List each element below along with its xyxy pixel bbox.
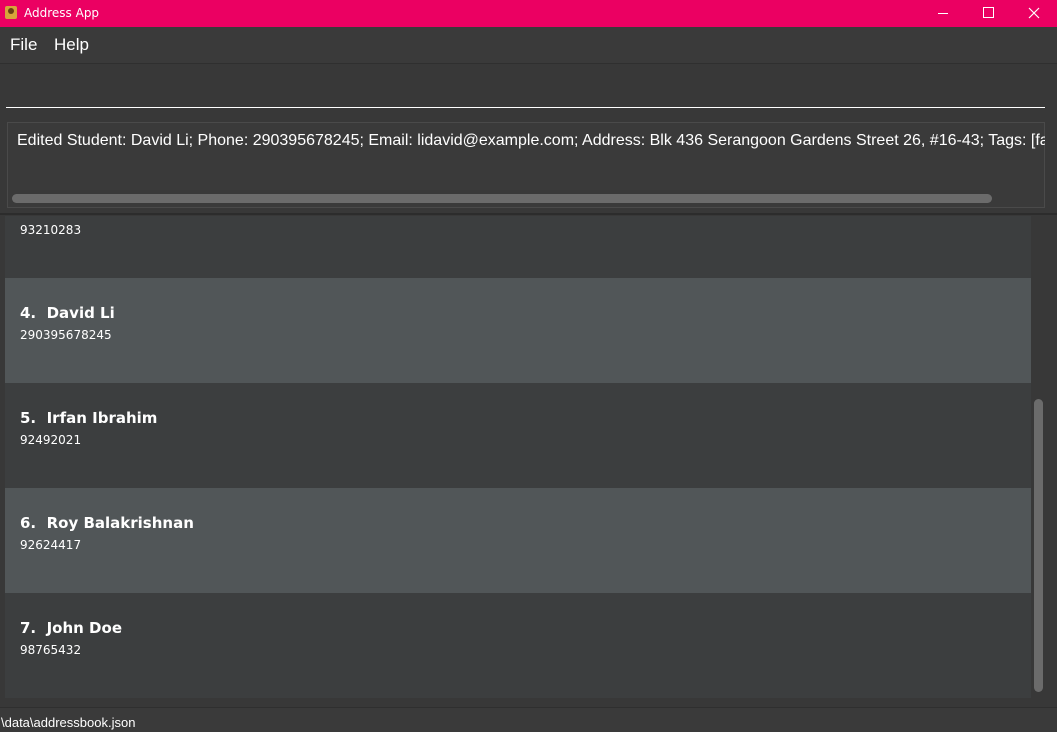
person-name: 7. John Doe [20, 619, 122, 637]
result-horizontal-scrollbar[interactable] [12, 194, 992, 203]
person-card[interactable]: 6. Roy Balakrishnan 92624417 [5, 488, 1031, 593]
person-index: 7. [20, 619, 37, 637]
person-name-text: Roy Balakrishnan [46, 514, 194, 532]
menu-help[interactable]: Help [54, 35, 89, 55]
close-icon [1028, 7, 1040, 19]
person-index: 3. [20, 216, 36, 217]
person-card[interactable]: 3. 93210283 [5, 216, 1031, 278]
status-bar: \data\addressbook.json [0, 707, 1057, 732]
person-index: 5. [20, 409, 37, 427]
person-phone: 92492021 [20, 433, 82, 447]
person-index: 4. [20, 304, 37, 322]
list-scrollbar-thumb[interactable] [1034, 399, 1043, 692]
person-name-text: Irfan Ibrahim [46, 409, 158, 427]
person-list: 3. 93210283 4. David Li 290395678245 5. … [0, 216, 1057, 707]
title-bar[interactable]: Address App [0, 0, 1057, 27]
maximize-button[interactable] [965, 0, 1011, 27]
app-window: Address App File Help Edited Student: Da… [0, 0, 1057, 732]
window-title: Address App [24, 6, 100, 20]
save-location-path: \data\addressbook.json [1, 715, 136, 730]
result-display: Edited Student: David Li; Phone: 2903956… [7, 122, 1045, 208]
person-card[interactable]: 7. John Doe 98765432 [5, 593, 1031, 698]
menu-file[interactable]: File [10, 35, 37, 55]
command-box [0, 64, 1057, 117]
person-card[interactable]: 5. Irfan Ibrahim 92492021 [5, 383, 1031, 488]
close-button[interactable] [1011, 0, 1057, 27]
person-name: 5. Irfan Ibrahim [20, 409, 157, 427]
menu-bar: File Help [0, 27, 1057, 64]
maximize-icon [983, 7, 994, 18]
person-phone: 290395678245 [20, 328, 112, 342]
person-phone: 92624417 [20, 538, 82, 552]
person-name: 4. David Li [20, 304, 115, 322]
person-name: 6. Roy Balakrishnan [20, 514, 194, 532]
minimize-button[interactable] [920, 0, 966, 27]
app-logo-icon [5, 6, 17, 19]
person-name-text: David Li [46, 304, 115, 322]
person-name: 3. [20, 216, 41, 217]
person-phone: 98765432 [20, 643, 82, 657]
result-message: Edited Student: David Li; Phone: 2903956… [17, 132, 1045, 149]
person-index: 6. [20, 514, 37, 532]
minimize-icon [938, 13, 948, 14]
pane-divider[interactable] [0, 213, 1057, 215]
command-input[interactable] [6, 68, 1045, 108]
person-name-text: John Doe [46, 619, 122, 637]
person-phone: 93210283 [20, 223, 82, 237]
person-card[interactable]: 4. David Li 290395678245 [5, 278, 1031, 383]
